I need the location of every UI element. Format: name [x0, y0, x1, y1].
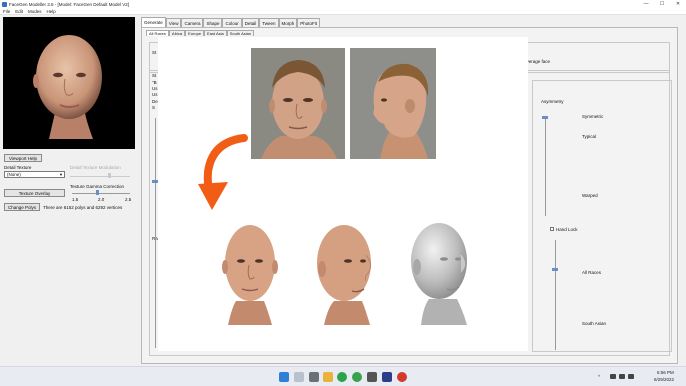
- subtab-east-asia[interactable]: East Asia: [204, 30, 227, 36]
- race-slider-thumb[interactable]: [552, 268, 558, 271]
- subtab-europe[interactable]: Europe: [185, 30, 205, 36]
- main-tab-strip: Generate View Camera Shape Colour Detail…: [141, 17, 321, 27]
- task-view-icon[interactable]: [309, 372, 319, 382]
- minimize-button[interactable]: —: [638, 0, 654, 8]
- label-st: St: [152, 50, 157, 55]
- clock-date[interactable]: 6/29/2022: [654, 377, 674, 382]
- file-explorer-icon[interactable]: [323, 372, 333, 382]
- race-label-south-asian: South Asian: [582, 321, 607, 326]
- label-s: S: [152, 105, 156, 110]
- app-icon: [2, 1, 7, 7]
- spotify-icon[interactable]: [337, 372, 347, 382]
- network-icon[interactable]: [610, 374, 616, 379]
- chrome-icon[interactable]: [352, 372, 362, 382]
- asymmetry-slider-track: [545, 116, 546, 216]
- detail-texture-label: Detail Texture: [4, 165, 32, 170]
- close-button[interactable]: ✕: [670, 0, 686, 8]
- label-us-1: Us: [152, 86, 158, 91]
- tab-camera[interactable]: Camera: [181, 18, 204, 27]
- tab-detail[interactable]: Detail: [241, 18, 260, 27]
- asymmetry-symmetric: Symmetric: [582, 114, 604, 119]
- tab-photofit[interactable]: PhotoFit: [297, 18, 321, 27]
- polys-info-text: There are 6152 polys and 6292 vertices: [43, 205, 123, 210]
- modulation-label: Detail Texture Modulation: [70, 165, 121, 170]
- detail-texture-select[interactable]: (None) ▼: [4, 171, 65, 178]
- left-vertical-slider-track: [155, 118, 156, 348]
- subtab-africa[interactable]: Africa: [168, 30, 186, 36]
- label-us-2: Us: [152, 92, 158, 97]
- search-icon[interactable]: [294, 372, 304, 382]
- untextured-head-mesh: [411, 223, 467, 325]
- subtab-south-asian[interactable]: South Asian: [226, 30, 255, 36]
- detail-texture-value: (None): [7, 172, 21, 177]
- chevron-down-icon: ▼: [59, 172, 63, 177]
- subtab-all-races[interactable]: All Races: [146, 30, 169, 36]
- asymmetry-title: Asymmetry: [541, 99, 564, 104]
- label-b: "B: [152, 80, 157, 85]
- tab-shape[interactable]: Shape: [203, 18, 223, 27]
- textured-head-front: [222, 225, 278, 325]
- menu-file[interactable]: File: [3, 9, 10, 14]
- change-polys-button[interactable]: Change Polys: [4, 203, 40, 211]
- tab-morph[interactable]: Morph: [278, 18, 298, 27]
- tab-tween[interactable]: Tween: [259, 18, 279, 27]
- gamma-label: Texture Gamma Correction: [70, 184, 125, 189]
- gamma-tick-max: 2.5: [125, 197, 132, 202]
- gamma-slider-thumb[interactable]: [96, 190, 99, 195]
- gamma-tick-mid: 2.0: [98, 197, 105, 202]
- label-st-2: St: [152, 73, 157, 78]
- viewport-help-button[interactable]: Viewport Help: [4, 154, 42, 162]
- profile-photo: [350, 48, 436, 159]
- tab-generate[interactable]: Generate: [141, 17, 166, 27]
- menu-bar: File Edit Modes Help: [0, 8, 686, 15]
- tab-colour[interactable]: Colour: [222, 18, 242, 27]
- hand-lock-label: Hand Lock: [556, 227, 578, 232]
- 3d-viewport[interactable]: [3, 17, 135, 149]
- race-subtab-strip: All Races Africa Europe East Asia South …: [146, 30, 255, 36]
- obs-icon[interactable]: [397, 372, 407, 382]
- title-bar: FaceGen Modeller 3.5 - [Model: FaceGen D…: [0, 0, 686, 8]
- race-slider-track: [555, 240, 556, 350]
- profile-photo-face: [350, 48, 436, 159]
- menu-modes[interactable]: Modes: [28, 9, 42, 14]
- volume-icon[interactable]: [619, 374, 625, 379]
- front-photo: [251, 48, 345, 159]
- maximize-button[interactable]: ☐: [654, 0, 670, 8]
- textured-head-three-quarter: [317, 225, 371, 325]
- menu-edit[interactable]: Edit: [15, 9, 23, 14]
- asymmetry-typical: Typical: [582, 134, 597, 139]
- window-title: FaceGen Modeller 3.5 - [Model: FaceGen D…: [9, 1, 130, 7]
- start-icon[interactable]: [279, 372, 289, 382]
- tray-caret-icon[interactable]: ^: [598, 374, 600, 379]
- front-photo-face: [251, 48, 345, 159]
- app-icon-dark[interactable]: [367, 372, 377, 382]
- asymmetry-warped: Warped: [582, 193, 598, 198]
- hand-lock-checkbox[interactable]: [550, 227, 554, 231]
- tab-view[interactable]: View: [165, 18, 182, 27]
- clock-time[interactable]: 6:56 PM: [657, 370, 674, 375]
- head-render: [33, 35, 102, 139]
- gamma-tick-min: 1.5: [72, 197, 79, 202]
- modulation-slider-track: [70, 176, 130, 177]
- asymmetry-group: [532, 80, 672, 352]
- windows-taskbar: ^ 6:56 PM 6/29/2022: [0, 366, 686, 386]
- photofit-overlay-card: [158, 37, 528, 351]
- curved-arrow-icon: [198, 134, 248, 210]
- battery-icon[interactable]: [628, 374, 634, 379]
- race-label-all-races: All Races: [582, 270, 602, 275]
- modulation-slider-thumb[interactable]: [108, 173, 111, 178]
- window-controls: — ☐ ✕: [638, 0, 686, 8]
- asymmetry-slider-thumb[interactable]: [542, 116, 548, 119]
- label-de: De: [152, 99, 158, 104]
- gamma-slider-track: [72, 193, 130, 194]
- menu-help[interactable]: Help: [47, 9, 56, 14]
- texture-overlay-button[interactable]: Texture Overlay: [4, 189, 65, 197]
- facegen-icon[interactable]: [382, 372, 392, 382]
